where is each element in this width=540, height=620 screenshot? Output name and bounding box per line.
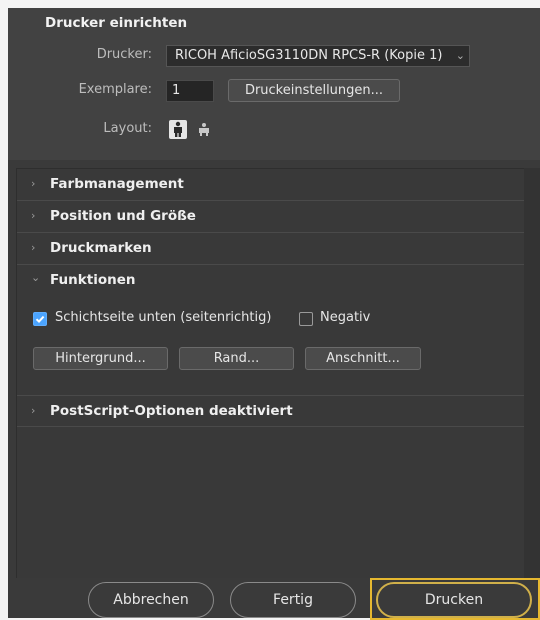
layout-label: Layout: — [103, 121, 152, 136]
print-dialog: Drucker einrichten Drucker: RICOH Aficio… — [8, 8, 540, 620]
section-funktionen[interactable]: ⌄ Funktionen — [17, 265, 525, 297]
done-button[interactable]: Fertig — [230, 582, 356, 618]
print-settings-button[interactable]: Druckeinstellungen... — [228, 79, 400, 102]
panel-scrollbar[interactable] — [524, 168, 540, 578]
portrait-layout-icon[interactable] — [169, 120, 187, 139]
section-druckmarken[interactable]: › Druckmarken — [17, 233, 525, 265]
chevron-right-icon: › — [31, 241, 36, 254]
section-label: Druckmarken — [50, 240, 152, 256]
section-label: Farbmanagement — [50, 176, 184, 192]
section-farbmanagement[interactable]: › Farbmanagement — [17, 169, 525, 201]
print-button[interactable]: Drucken — [376, 582, 532, 618]
chevron-right-icon: › — [31, 177, 36, 190]
negative-label: Negativ — [320, 310, 371, 325]
options-panel: › Farbmanagement › Position und Größe › … — [16, 168, 526, 580]
section-label: PostScript-Optionen deaktiviert — [50, 403, 293, 419]
chevron-right-icon: › — [31, 209, 36, 222]
printer-label: Drucker: — [96, 47, 152, 62]
copies-label: Exemplare: — [78, 82, 152, 97]
section-postscript-optionen[interactable]: › PostScript-Optionen deaktiviert — [17, 395, 525, 427]
section-label: Position und Größe — [50, 208, 196, 224]
emulsion-down-label: Schichtseite unten (seitenrichtig) — [55, 310, 272, 325]
chevron-down-icon: ⌄ — [455, 49, 465, 62]
printer-select-value: RICOH AficioSG3110DN RPCS-R (Kopie 1) — [175, 48, 443, 63]
landscape-layout-icon[interactable] — [195, 120, 213, 139]
copies-input[interactable]: 1 — [166, 80, 214, 102]
printer-setup-section: Drucker einrichten Drucker: RICOH Aficio… — [8, 8, 540, 160]
emulsion-down-checkbox[interactable] — [33, 312, 47, 326]
printer-setup-title: Drucker einrichten — [45, 15, 188, 31]
chevron-down-icon: ⌄ — [31, 271, 41, 284]
negative-checkbox[interactable] — [299, 312, 313, 326]
background-button[interactable]: Hintergrund... — [33, 347, 168, 370]
cancel-button[interactable]: Abbrechen — [88, 582, 214, 618]
bleed-button[interactable]: Anschnitt... — [305, 347, 421, 370]
border-button[interactable]: Rand... — [179, 347, 294, 370]
section-position-und-groesse[interactable]: › Position und Größe — [17, 201, 525, 233]
printer-select[interactable]: RICOH AficioSG3110DN RPCS-R (Kopie 1) ⌄ — [166, 45, 470, 67]
chevron-right-icon: › — [31, 404, 36, 417]
section-label: Funktionen — [50, 272, 136, 288]
